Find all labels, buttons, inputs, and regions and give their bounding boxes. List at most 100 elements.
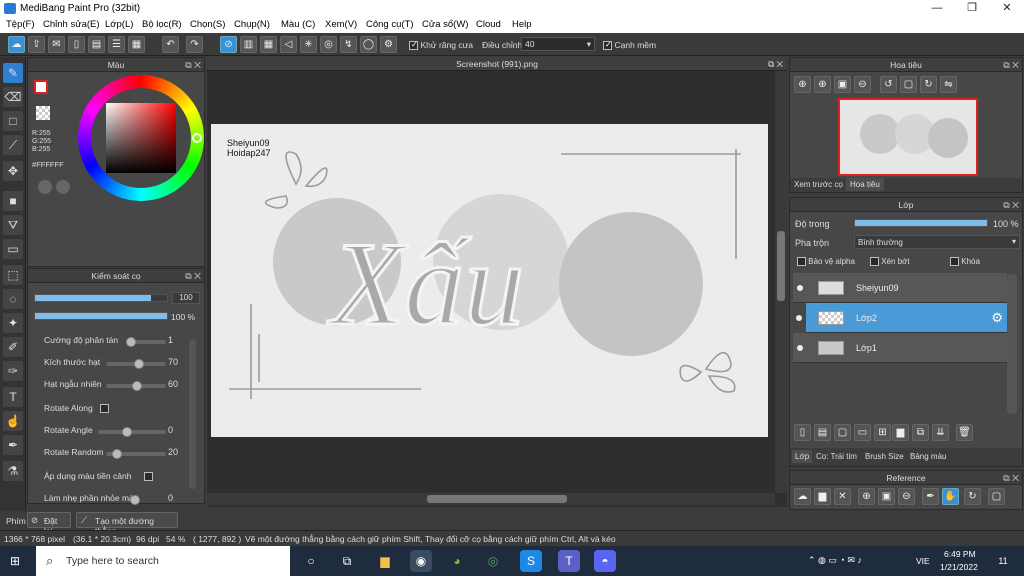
file-explorer-icon[interactable]: ▆: [374, 550, 396, 572]
blend-select[interactable]: Bình thường ▾: [854, 235, 1020, 249]
snap-perspective-icon[interactable]: ◁: [280, 36, 297, 53]
panel-close-icon[interactable]: ⧉ ✕: [1003, 471, 1019, 485]
windows-start-icon[interactable]: ⊞: [4, 550, 26, 572]
rotate-right-icon[interactable]: ↻: [920, 76, 937, 93]
palette-add-icon[interactable]: [56, 180, 70, 194]
close-icon[interactable]: ✕: [834, 488, 851, 505]
close-button[interactable]: ✕: [990, 0, 1024, 17]
scrollbar-thumb[interactable]: [777, 231, 785, 301]
rotate-left-icon[interactable]: ↺: [880, 76, 897, 93]
brush-tool-icon[interactable]: ✎: [3, 63, 23, 83]
folder-icon[interactable]: ▆: [892, 424, 909, 441]
text-tool-icon[interactable]: T: [3, 387, 23, 407]
snap-radial-icon[interactable]: ✳: [300, 36, 317, 53]
clock-time[interactable]: 6:49 PM: [944, 549, 976, 559]
brush-panel-scrollbar[interactable]: [189, 339, 196, 489]
rotate-icon[interactable]: ↻: [964, 488, 981, 505]
navigator-preview[interactable]: [838, 98, 978, 176]
menu-file[interactable]: Tệp(F): [6, 19, 35, 30]
slider-knob[interactable]: [132, 381, 142, 391]
layer-row[interactable]: Lớp1: [793, 333, 1007, 363]
new-1bit-layer-icon[interactable]: ▭: [854, 424, 871, 441]
menu-filter[interactable]: Bộ lọc(R): [142, 19, 182, 30]
move-tool-icon[interactable]: ✥: [3, 161, 23, 181]
straight-line-button[interactable]: ⟋Tạo một đường thẳng: [76, 512, 178, 536]
menu-select[interactable]: Chọn(S): [190, 19, 225, 30]
hand-icon[interactable]: ✋: [942, 488, 959, 505]
eraser-tool-icon[interactable]: ⌫: [3, 87, 23, 107]
slider-knob[interactable]: [112, 449, 122, 459]
hue-handle[interactable]: [192, 133, 202, 143]
teams-icon[interactable]: T: [558, 550, 580, 572]
zoom-out-icon[interactable]: ⊖: [854, 76, 871, 93]
lasso-tool-icon[interactable]: ◌: [3, 289, 23, 309]
lock-checkbox[interactable]: [950, 257, 959, 267]
tab-brush[interactable]: Cọ: Trái tim: [816, 452, 857, 461]
slider-knob[interactable]: [134, 359, 144, 369]
duplicate-layer-icon[interactable]: ⧉: [912, 424, 929, 441]
protect-alpha-checkbox[interactable]: [797, 257, 806, 267]
comment-icon[interactable]: ✉: [48, 36, 65, 53]
saturation-square[interactable]: [106, 103, 176, 173]
operation-tool-icon[interactable]: ☝: [3, 411, 23, 431]
menu-snap[interactable]: Chụp(N): [234, 19, 270, 30]
minimize-button[interactable]: —: [920, 0, 954, 17]
close-icon[interactable]: ⧉ ✕: [768, 57, 783, 71]
scrollbar-thumb[interactable]: [427, 495, 567, 503]
foreground-color-checkbox[interactable]: [144, 472, 153, 481]
layer-row[interactable]: Sheiyun09: [793, 273, 1007, 303]
gradient-tool-icon[interactable]: ▭: [3, 239, 23, 259]
maximize-button[interactable]: ❐: [955, 0, 989, 17]
dropper-tool-icon[interactable]: ⚗: [3, 461, 23, 481]
flip-icon[interactable]: ⇋: [940, 76, 957, 93]
skype-icon[interactable]: S: [520, 550, 542, 572]
layers-scrollbar[interactable]: [1007, 274, 1017, 414]
tab-navigator[interactable]: Hoa tiêu: [846, 178, 884, 191]
panel-close-icon[interactable]: ⧉ ✕: [185, 58, 201, 72]
reset-button[interactable]: ⊘Đặt lại: [27, 512, 71, 536]
zoom-in-icon[interactable]: ⊕: [814, 76, 831, 93]
add-material-icon[interactable]: ⊞: [874, 424, 891, 441]
fit-icon[interactable]: ▣: [834, 76, 851, 93]
foreground-color-swatch[interactable]: [34, 80, 48, 94]
notification-icon[interactable]: 11: [994, 552, 1012, 570]
new-8bit-layer-icon[interactable]: ▢: [834, 424, 851, 441]
layer-settings-gear-icon[interactable]: ⚙: [991, 310, 1003, 326]
clock-date[interactable]: 1/21/2022: [940, 562, 978, 572]
visibility-icon[interactable]: [797, 345, 803, 351]
zoom-in-icon[interactable]: ⊕: [858, 488, 875, 505]
cloud-download-icon[interactable]: ☁: [794, 488, 811, 505]
visibility-icon[interactable]: [796, 315, 802, 321]
zoom-out-icon[interactable]: ⊖: [898, 488, 915, 505]
rectangle-tool-icon[interactable]: □: [3, 111, 23, 131]
brush-size-value[interactable]: 100: [172, 292, 200, 304]
bucket-tool-icon[interactable]: ⛛: [3, 215, 23, 235]
fit-window-icon[interactable]: ▢: [900, 76, 917, 93]
panel-close-icon[interactable]: ⧉ ✕: [185, 269, 201, 283]
menu-edit[interactable]: Chỉnh sửa(E): [43, 19, 100, 30]
eyedropper-icon[interactable]: ✒: [922, 488, 939, 505]
language-indicator[interactable]: VIE: [916, 556, 930, 566]
menu-window[interactable]: Cửa sổ(W): [422, 19, 468, 30]
task-view-icon[interactable]: ⧉: [336, 550, 358, 572]
panel-close-icon[interactable]: ⧉ ✕: [1003, 58, 1019, 72]
layer-row-selected[interactable]: Lớp2 ⚙: [796, 303, 1007, 333]
redo-icon[interactable]: ↷: [186, 36, 203, 53]
tab-brush-size[interactable]: Brush Size: [865, 452, 904, 461]
snap-grid-icon[interactable]: ▦: [260, 36, 277, 53]
magic-wand-tool-icon[interactable]: ✦: [3, 313, 23, 333]
brush-size-slider[interactable]: [34, 294, 168, 302]
tab-shortcut[interactable]: Phím: [6, 516, 26, 526]
slider-knob[interactable]: [130, 495, 140, 505]
taskbar-search-box[interactable]: ⌕ Type here to search: [36, 546, 290, 576]
palette-icon[interactable]: [38, 180, 52, 194]
brush-opacity-slider[interactable]: [34, 312, 168, 320]
browser-icon[interactable]: ◎: [482, 550, 504, 572]
grid-icon[interactable]: ▦: [128, 36, 145, 53]
select-eraser-tool-icon[interactable]: ✑: [3, 361, 23, 381]
new-layer-icon[interactable]: ▯: [794, 424, 811, 441]
fit-icon[interactable]: ▣: [878, 488, 895, 505]
tab-palette[interactable]: Bảng màu: [910, 452, 946, 461]
horizontal-scrollbar[interactable]: [207, 493, 775, 505]
snap-ellipse-icon[interactable]: ◯: [360, 36, 377, 53]
